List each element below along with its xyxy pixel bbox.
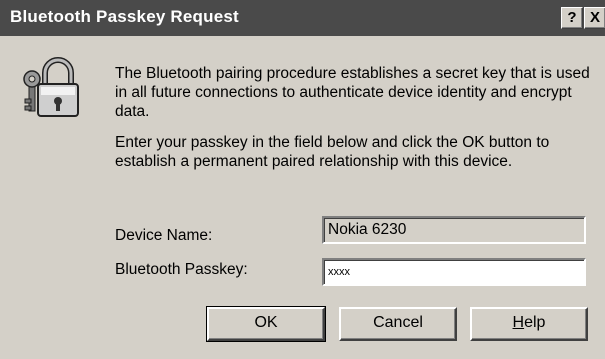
- help-button[interactable]: Help: [470, 307, 588, 341]
- title-close-button[interactable]: X: [584, 7, 605, 29]
- instruction-paragraph: Enter your passkey in the field below an…: [115, 134, 550, 170]
- window-title: Bluetooth Passkey Request: [10, 7, 239, 26]
- device-name-field: Nokia 6230: [322, 216, 586, 244]
- passkey-dialog: Bluetooth Passkey Request ? X The Blueto…: [0, 0, 605, 359]
- padlock-keys-icon: [23, 57, 79, 117]
- ok-button[interactable]: OK: [206, 306, 326, 342]
- passkey-label: Bluetooth Passkey:: [115, 261, 248, 278]
- help-button-label: elp: [524, 314, 546, 331]
- cancel-button[interactable]: Cancel: [339, 307, 457, 341]
- title-help-button[interactable]: ?: [561, 7, 583, 29]
- passkey-input[interactable]: xxxx: [322, 258, 586, 286]
- intro-paragraph: The Bluetooth pairing procedure establis…: [115, 65, 590, 120]
- title-bar[interactable]: Bluetooth Passkey Request ? X: [0, 0, 605, 36]
- help-button-mnemonic: H: [512, 314, 525, 331]
- device-name-label: Device Name:: [115, 227, 213, 244]
